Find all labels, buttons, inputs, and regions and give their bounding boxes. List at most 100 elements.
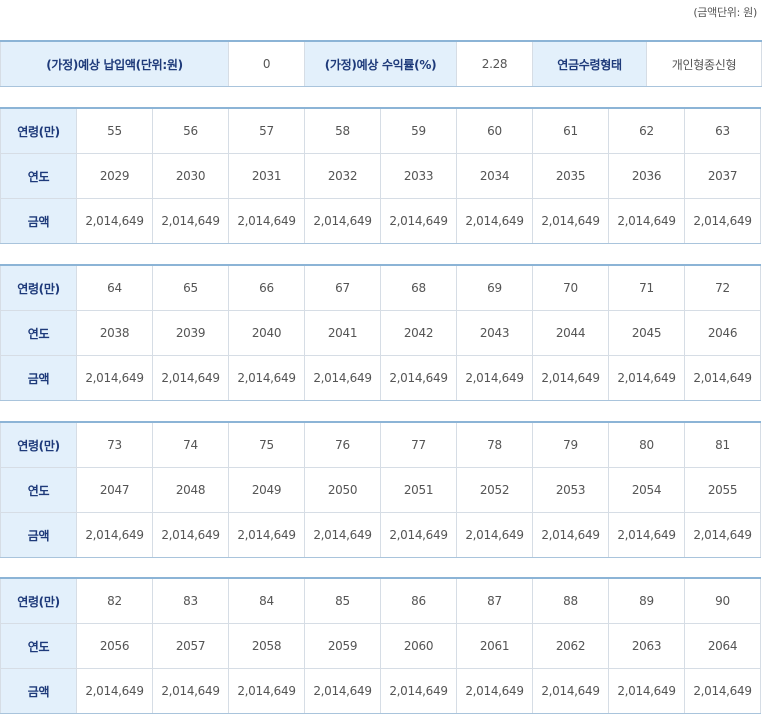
- age-cell: 63: [684, 107, 761, 154]
- table-row-amount: 금액 2,014,649 2,014,649 2,014,649 2,014,6…: [0, 198, 761, 244]
- amount-cell: 2,014,649: [532, 198, 609, 244]
- age-cell: 69: [456, 264, 533, 311]
- amount-cell: 2,014,649: [684, 512, 761, 558]
- payment-label: (가정)예상 납입액(단위:원): [0, 40, 229, 87]
- table-row-age: 연령(만) 82 83 84 85 86 87 88 89 90: [0, 577, 761, 624]
- age-cell: 70: [532, 264, 609, 311]
- age-cell: 66: [228, 264, 305, 311]
- age-cell: 80: [608, 421, 685, 468]
- amount-cell: 2,014,649: [456, 512, 533, 558]
- year-cell: 2031: [228, 153, 305, 199]
- year-cell: 2036: [608, 153, 685, 199]
- age-cell: 85: [304, 577, 381, 624]
- amount-cell: 2,014,649: [304, 668, 381, 714]
- year-cell: 2060: [380, 623, 457, 669]
- age-cell: 75: [228, 421, 305, 468]
- summary-table: (가정)예상 납입액(단위:원) 0 (가정)예상 수익률(%) 2.28 연금…: [0, 40, 762, 87]
- year-cell: 2040: [228, 310, 305, 356]
- year-cell: 2062: [532, 623, 609, 669]
- age-cell: 60: [456, 107, 533, 154]
- amount-cell: 2,014,649: [608, 668, 685, 714]
- year-cell: 2041: [304, 310, 381, 356]
- age-cell: 59: [380, 107, 457, 154]
- age-cell: 84: [228, 577, 305, 624]
- row-label-age: 연령(만): [0, 264, 77, 311]
- table-row-age: 연령(만) 55 56 57 58 59 60 61 62 63: [0, 107, 761, 154]
- year-cell: 2046: [684, 310, 761, 356]
- amount-cell: 2,014,649: [380, 355, 457, 401]
- row-label-year: 연도: [0, 310, 77, 356]
- year-cell: 2032: [304, 153, 381, 199]
- row-label-age: 연령(만): [0, 107, 77, 154]
- year-cell: 2042: [380, 310, 457, 356]
- amount-cell: 2,014,649: [380, 198, 457, 244]
- year-cell: 2063: [608, 623, 685, 669]
- year-cell: 2034: [456, 153, 533, 199]
- amount-cell: 2,014,649: [152, 198, 229, 244]
- year-cell: 2059: [304, 623, 381, 669]
- year-cell: 2054: [608, 467, 685, 513]
- rate-label: (가정)예상 수익률(%): [304, 40, 457, 87]
- year-cell: 2061: [456, 623, 533, 669]
- age-cell: 86: [380, 577, 457, 624]
- year-cell: 2035: [532, 153, 609, 199]
- year-cell: 2058: [228, 623, 305, 669]
- payment-value: 0: [228, 40, 305, 87]
- row-label-amount: 금액: [0, 668, 77, 714]
- type-label: 연금수령형태: [532, 40, 647, 87]
- row-label-amount: 금액: [0, 355, 77, 401]
- table-row-age: 연령(만) 73 74 75 76 77 78 79 80 81: [0, 421, 761, 468]
- age-cell: 76: [304, 421, 381, 468]
- amount-cell: 2,014,649: [76, 512, 153, 558]
- age-cell: 74: [152, 421, 229, 468]
- amount-cell: 2,014,649: [380, 512, 457, 558]
- amount-cell: 2,014,649: [76, 198, 153, 244]
- amount-cell: 2,014,649: [456, 668, 533, 714]
- table-row-year: 연도 2029 2030 2031 2032 2033 2034 2035 20…: [0, 153, 761, 199]
- amount-cell: 2,014,649: [684, 198, 761, 244]
- age-table-4: 연령(만) 82 83 84 85 86 87 88 89 90 연도 2056…: [0, 577, 761, 714]
- age-table-1: 연령(만) 55 56 57 58 59 60 61 62 63 연도 2029…: [0, 107, 761, 244]
- year-cell: 2064: [684, 623, 761, 669]
- age-cell: 62: [608, 107, 685, 154]
- age-cell: 83: [152, 577, 229, 624]
- age-cell: 78: [456, 421, 533, 468]
- amount-cell: 2,014,649: [456, 355, 533, 401]
- age-cell: 89: [608, 577, 685, 624]
- row-label-age: 연령(만): [0, 421, 77, 468]
- age-cell: 61: [532, 107, 609, 154]
- row-label-amount: 금액: [0, 512, 77, 558]
- summary-row: (가정)예상 납입액(단위:원) 0 (가정)예상 수익률(%) 2.28 연금…: [0, 40, 762, 87]
- age-cell: 64: [76, 264, 153, 311]
- row-label-year: 연도: [0, 623, 77, 669]
- age-cell: 77: [380, 421, 457, 468]
- table-row-year: 연도 2038 2039 2040 2041 2042 2043 2044 20…: [0, 310, 761, 356]
- year-cell: 2033: [380, 153, 457, 199]
- table-row-amount: 금액 2,014,649 2,014,649 2,014,649 2,014,6…: [0, 512, 761, 558]
- age-cell: 68: [380, 264, 457, 311]
- row-label-age: 연령(만): [0, 577, 77, 624]
- amount-cell: 2,014,649: [532, 668, 609, 714]
- amount-cell: 2,014,649: [228, 668, 305, 714]
- unit-note: (금액단위: 원): [693, 6, 757, 19]
- age-cell: 73: [76, 421, 153, 468]
- amount-cell: 2,014,649: [304, 355, 381, 401]
- table-row-age: 연령(만) 64 65 66 67 68 69 70 71 72: [0, 264, 761, 311]
- row-label-amount: 금액: [0, 198, 77, 244]
- amount-cell: 2,014,649: [76, 668, 153, 714]
- amount-cell: 2,014,649: [532, 512, 609, 558]
- age-cell: 65: [152, 264, 229, 311]
- amount-cell: 2,014,649: [380, 668, 457, 714]
- table-row-amount: 금액 2,014,649 2,014,649 2,014,649 2,014,6…: [0, 355, 761, 401]
- year-cell: 2056: [76, 623, 153, 669]
- type-value: 개인형종신형: [646, 40, 762, 87]
- amount-cell: 2,014,649: [76, 355, 153, 401]
- age-cell: 79: [532, 421, 609, 468]
- age-cell: 90: [684, 577, 761, 624]
- amount-cell: 2,014,649: [152, 668, 229, 714]
- year-cell: 2029: [76, 153, 153, 199]
- year-cell: 2044: [532, 310, 609, 356]
- amount-cell: 2,014,649: [608, 512, 685, 558]
- amount-cell: 2,014,649: [228, 512, 305, 558]
- amount-cell: 2,014,649: [456, 198, 533, 244]
